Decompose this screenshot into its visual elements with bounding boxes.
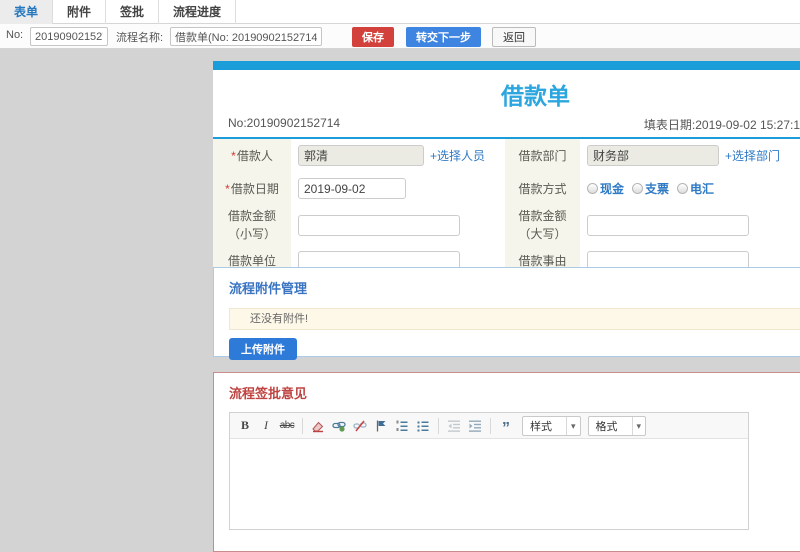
bold-button[interactable]: B xyxy=(236,417,254,435)
link-button[interactable] xyxy=(330,417,348,435)
tab-approval[interactable]: 签批 xyxy=(106,0,160,24)
loan-form-panel: 借款单 No:20190902152714 填表日期:2019-09-02 15… xyxy=(213,61,800,282)
remove-format-button[interactable] xyxy=(309,417,327,435)
department-input[interactable] xyxy=(587,145,719,166)
unordered-list-button[interactable] xyxy=(414,417,432,435)
toolbar-separator xyxy=(438,417,439,434)
ordered-list-button[interactable] xyxy=(393,417,411,435)
chevron-down-icon: ▾ xyxy=(631,416,646,435)
styles-dropdown[interactable]: 样式 ▾ xyxy=(522,415,581,436)
loan-method-label: 借款方式 xyxy=(505,172,580,205)
radio-check[interactable]: 支票 xyxy=(632,180,669,197)
strikethrough-button[interactable]: abc xyxy=(278,417,296,435)
radio-unchecked-icon[interactable] xyxy=(587,183,598,194)
page: { "tabs": [ { "label": "表单", "active": t… xyxy=(0,0,800,552)
toolbar-separator xyxy=(490,417,491,434)
choose-person-link[interactable]: +选择人员 xyxy=(430,147,485,164)
attachment-panel: 流程附件管理 还没有附件! 上传附件 xyxy=(213,267,800,360)
next-step-button[interactable]: 转交下一步 xyxy=(406,27,481,47)
loan-method-field: 现金 支票 电汇 xyxy=(580,172,800,205)
upload-attachment-button[interactable]: 上传附件 xyxy=(229,338,297,360)
radio-unchecked-icon[interactable] xyxy=(677,183,689,194)
save-button[interactable]: 保存 xyxy=(352,27,394,47)
unlink-button[interactable] xyxy=(351,417,369,435)
eraser-icon xyxy=(312,421,324,432)
command-bar: No: 流程名称: 保存 转交下一步 返回 xyxy=(0,24,800,49)
rich-text-editor: B I abc ” 样式 ▾ 格式 ▾ xyxy=(229,412,749,530)
unlink-icon xyxy=(353,420,367,431)
tab-form[interactable]: 表单 xyxy=(0,0,54,24)
form-no-text: No:20190902152714 xyxy=(228,116,341,130)
approval-title: 流程签批意见 xyxy=(229,386,308,401)
outdent-icon xyxy=(448,420,460,432)
anchor-button[interactable] xyxy=(372,417,390,435)
borrower-field: +选择人员 xyxy=(291,139,505,172)
flag-icon xyxy=(376,420,386,431)
process-name-label: 流程名称: xyxy=(116,32,164,44)
chevron-down-icon: ▾ xyxy=(566,416,580,435)
form-meta-row: No:20190902152714 填表日期:2019-09-02 15:27:… xyxy=(213,113,800,137)
department-field: +选择部门 xyxy=(580,139,800,172)
blockquote-button[interactable]: ” xyxy=(497,417,515,436)
indent-button[interactable] xyxy=(466,417,484,435)
form-date-text: 填表日期:2019-09-02 15:27:1 xyxy=(643,118,800,132)
indent-icon xyxy=(469,420,481,432)
amount-small-input[interactable] xyxy=(298,214,460,236)
amount-small-field xyxy=(291,205,505,245)
toolbar-separator xyxy=(302,417,303,434)
outdent-button[interactable] xyxy=(445,417,463,435)
no-input[interactable] xyxy=(30,27,108,46)
amount-big-label: 借款金额（大写） xyxy=(505,205,580,245)
required-mark: * xyxy=(231,148,236,163)
tab-bar: 表单 附件 签批 流程进度 xyxy=(0,0,800,24)
loan-date-input[interactable] xyxy=(298,178,406,199)
amount-small-label: 借款金额（小写） xyxy=(213,205,291,245)
link-icon xyxy=(332,421,346,432)
radio-wire[interactable]: 电汇 xyxy=(677,180,714,197)
unordered-list-icon xyxy=(417,421,429,431)
loan-date-label: *借款日期 xyxy=(213,172,291,205)
borrower-label: *借款人 xyxy=(213,139,291,172)
form-grid: *借款人 +选择人员 借款部门 +选择部门 *借款日期 借款方式 现金 xyxy=(213,139,800,277)
loan-method-radio-group: 现金 支票 电汇 xyxy=(587,180,714,197)
editor-toolbar: B I abc ” 样式 ▾ 格式 ▾ xyxy=(230,413,748,439)
panel-top-bar xyxy=(213,61,800,70)
attachment-title: 流程附件管理 xyxy=(229,281,308,296)
radio-unchecked-icon[interactable] xyxy=(632,183,644,194)
loan-date-field xyxy=(291,172,505,205)
amount-big-input[interactable] xyxy=(587,214,749,236)
process-name-input[interactable] xyxy=(170,27,322,46)
tab-progress[interactable]: 流程进度 xyxy=(159,0,237,24)
format-dropdown[interactable]: 格式 ▾ xyxy=(587,415,647,436)
back-button[interactable]: 返回 xyxy=(492,27,536,47)
no-attachment-alert: 还没有附件! xyxy=(229,308,800,330)
radio-cash[interactable]: 现金 xyxy=(587,180,624,197)
choose-department-link[interactable]: +选择部门 xyxy=(725,147,780,164)
tab-attachment[interactable]: 附件 xyxy=(53,0,107,24)
amount-big-field xyxy=(580,205,800,245)
approval-panel: 流程签批意见 B I abc ” 样式 ▾ 格式 ▾ xyxy=(213,372,800,552)
borrower-input[interactable] xyxy=(298,145,424,166)
required-mark: * xyxy=(225,181,230,196)
department-label: 借款部门 xyxy=(505,139,580,172)
no-label: No: xyxy=(6,29,24,41)
form-title: 借款单 xyxy=(501,83,570,109)
ordered-list-icon xyxy=(396,420,408,431)
italic-button[interactable]: I xyxy=(257,417,275,435)
